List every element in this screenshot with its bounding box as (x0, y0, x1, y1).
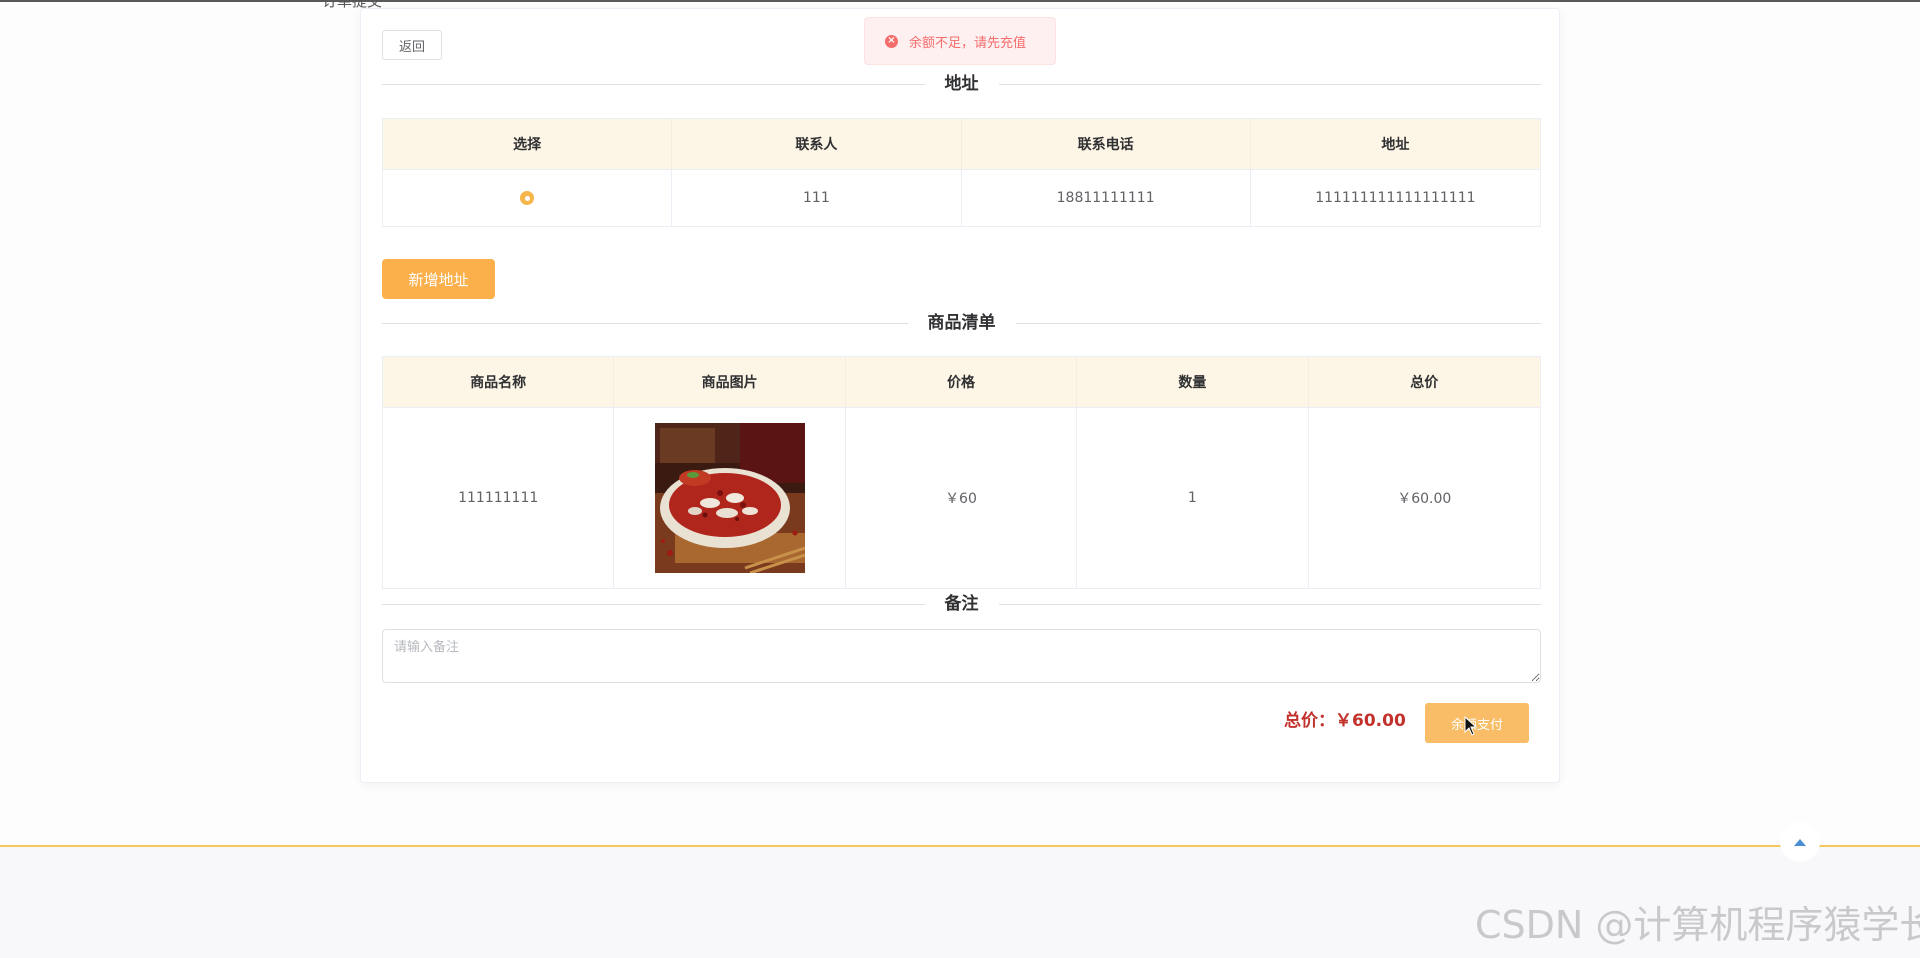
total-label: 总价： (1284, 711, 1335, 731)
address-cell: 111111111111111111 (1250, 170, 1540, 227)
address-section-title: 地址 (924, 72, 999, 96)
goods-divider: 商品清单 (382, 311, 1541, 335)
error-toast: × 余额不足，请先充值 (864, 17, 1056, 65)
product-image-cell (614, 408, 846, 589)
address-divider: 地址 (382, 72, 1541, 96)
price-cell: ￥60 (845, 408, 1078, 589)
goods-table-header: 商品名称 商品图片 价格 数量 总价 (383, 357, 1540, 408)
quantity-cell: 1 (1077, 408, 1309, 589)
table-row: 111111111 ￥60 1 ￥60.00 (383, 408, 1540, 589)
toast-message: 余额不足，请先充值 (909, 35, 1027, 51)
goods-section-title: 商品清单 (907, 311, 1016, 335)
watermark: CSDN @计算机程序猿学长 (1475, 903, 1920, 947)
column-header: 商品名称 (383, 357, 615, 408)
arrow-up-icon (1794, 838, 1806, 846)
column-header: 联系人 (672, 119, 962, 170)
select-cell (383, 170, 673, 227)
mouse-cursor-icon (1464, 716, 1478, 736)
error-circle-icon: × (885, 34, 898, 48)
subtotal-cell: ￥60.00 (1308, 408, 1540, 589)
back-to-top-button[interactable] (1780, 822, 1820, 862)
product-image (654, 423, 805, 573)
address-table-header: 选择 联系人 联系电话 地址 (383, 119, 1540, 170)
product-name-cell: 111111111 (383, 408, 615, 589)
radio-dot-icon (524, 195, 530, 201)
column-header: 总价 (1308, 357, 1540, 408)
back-button[interactable]: 返回 (382, 30, 442, 60)
column-header: 选择 (383, 119, 673, 170)
column-header: 商品图片 (614, 357, 846, 408)
top-border (0, 0, 1920, 2)
order-card: 返回 地址 选择 联系人 联系电话 地址 111 18811111111 111… (360, 8, 1560, 783)
phone-cell: 18811111111 (961, 170, 1251, 227)
goods-table: 商品名称 商品图片 价格 数量 总价 111111111 ￥60 1 ￥60.0… (382, 356, 1541, 589)
address-table: 选择 联系人 联系电话 地址 111 18811111111 111111111… (382, 118, 1541, 227)
address-radio[interactable] (520, 191, 535, 205)
column-header: 地址 (1250, 119, 1540, 170)
column-header: 联系电话 (961, 119, 1251, 170)
column-header: 数量 (1077, 357, 1309, 408)
table-row[interactable]: 111 18811111111 111111111111111111 (383, 170, 1540, 227)
column-header: 价格 (845, 357, 1078, 408)
note-section-title: 备注 (924, 592, 999, 616)
order-total: 总价：￥60.00 (1284, 709, 1406, 733)
add-address-button[interactable]: 新增地址 (382, 259, 495, 299)
note-textarea[interactable] (382, 629, 1541, 683)
note-divider: 备注 (382, 592, 1541, 616)
contact-cell: 111 (672, 170, 962, 227)
total-value: ￥60.00 (1335, 711, 1406, 731)
